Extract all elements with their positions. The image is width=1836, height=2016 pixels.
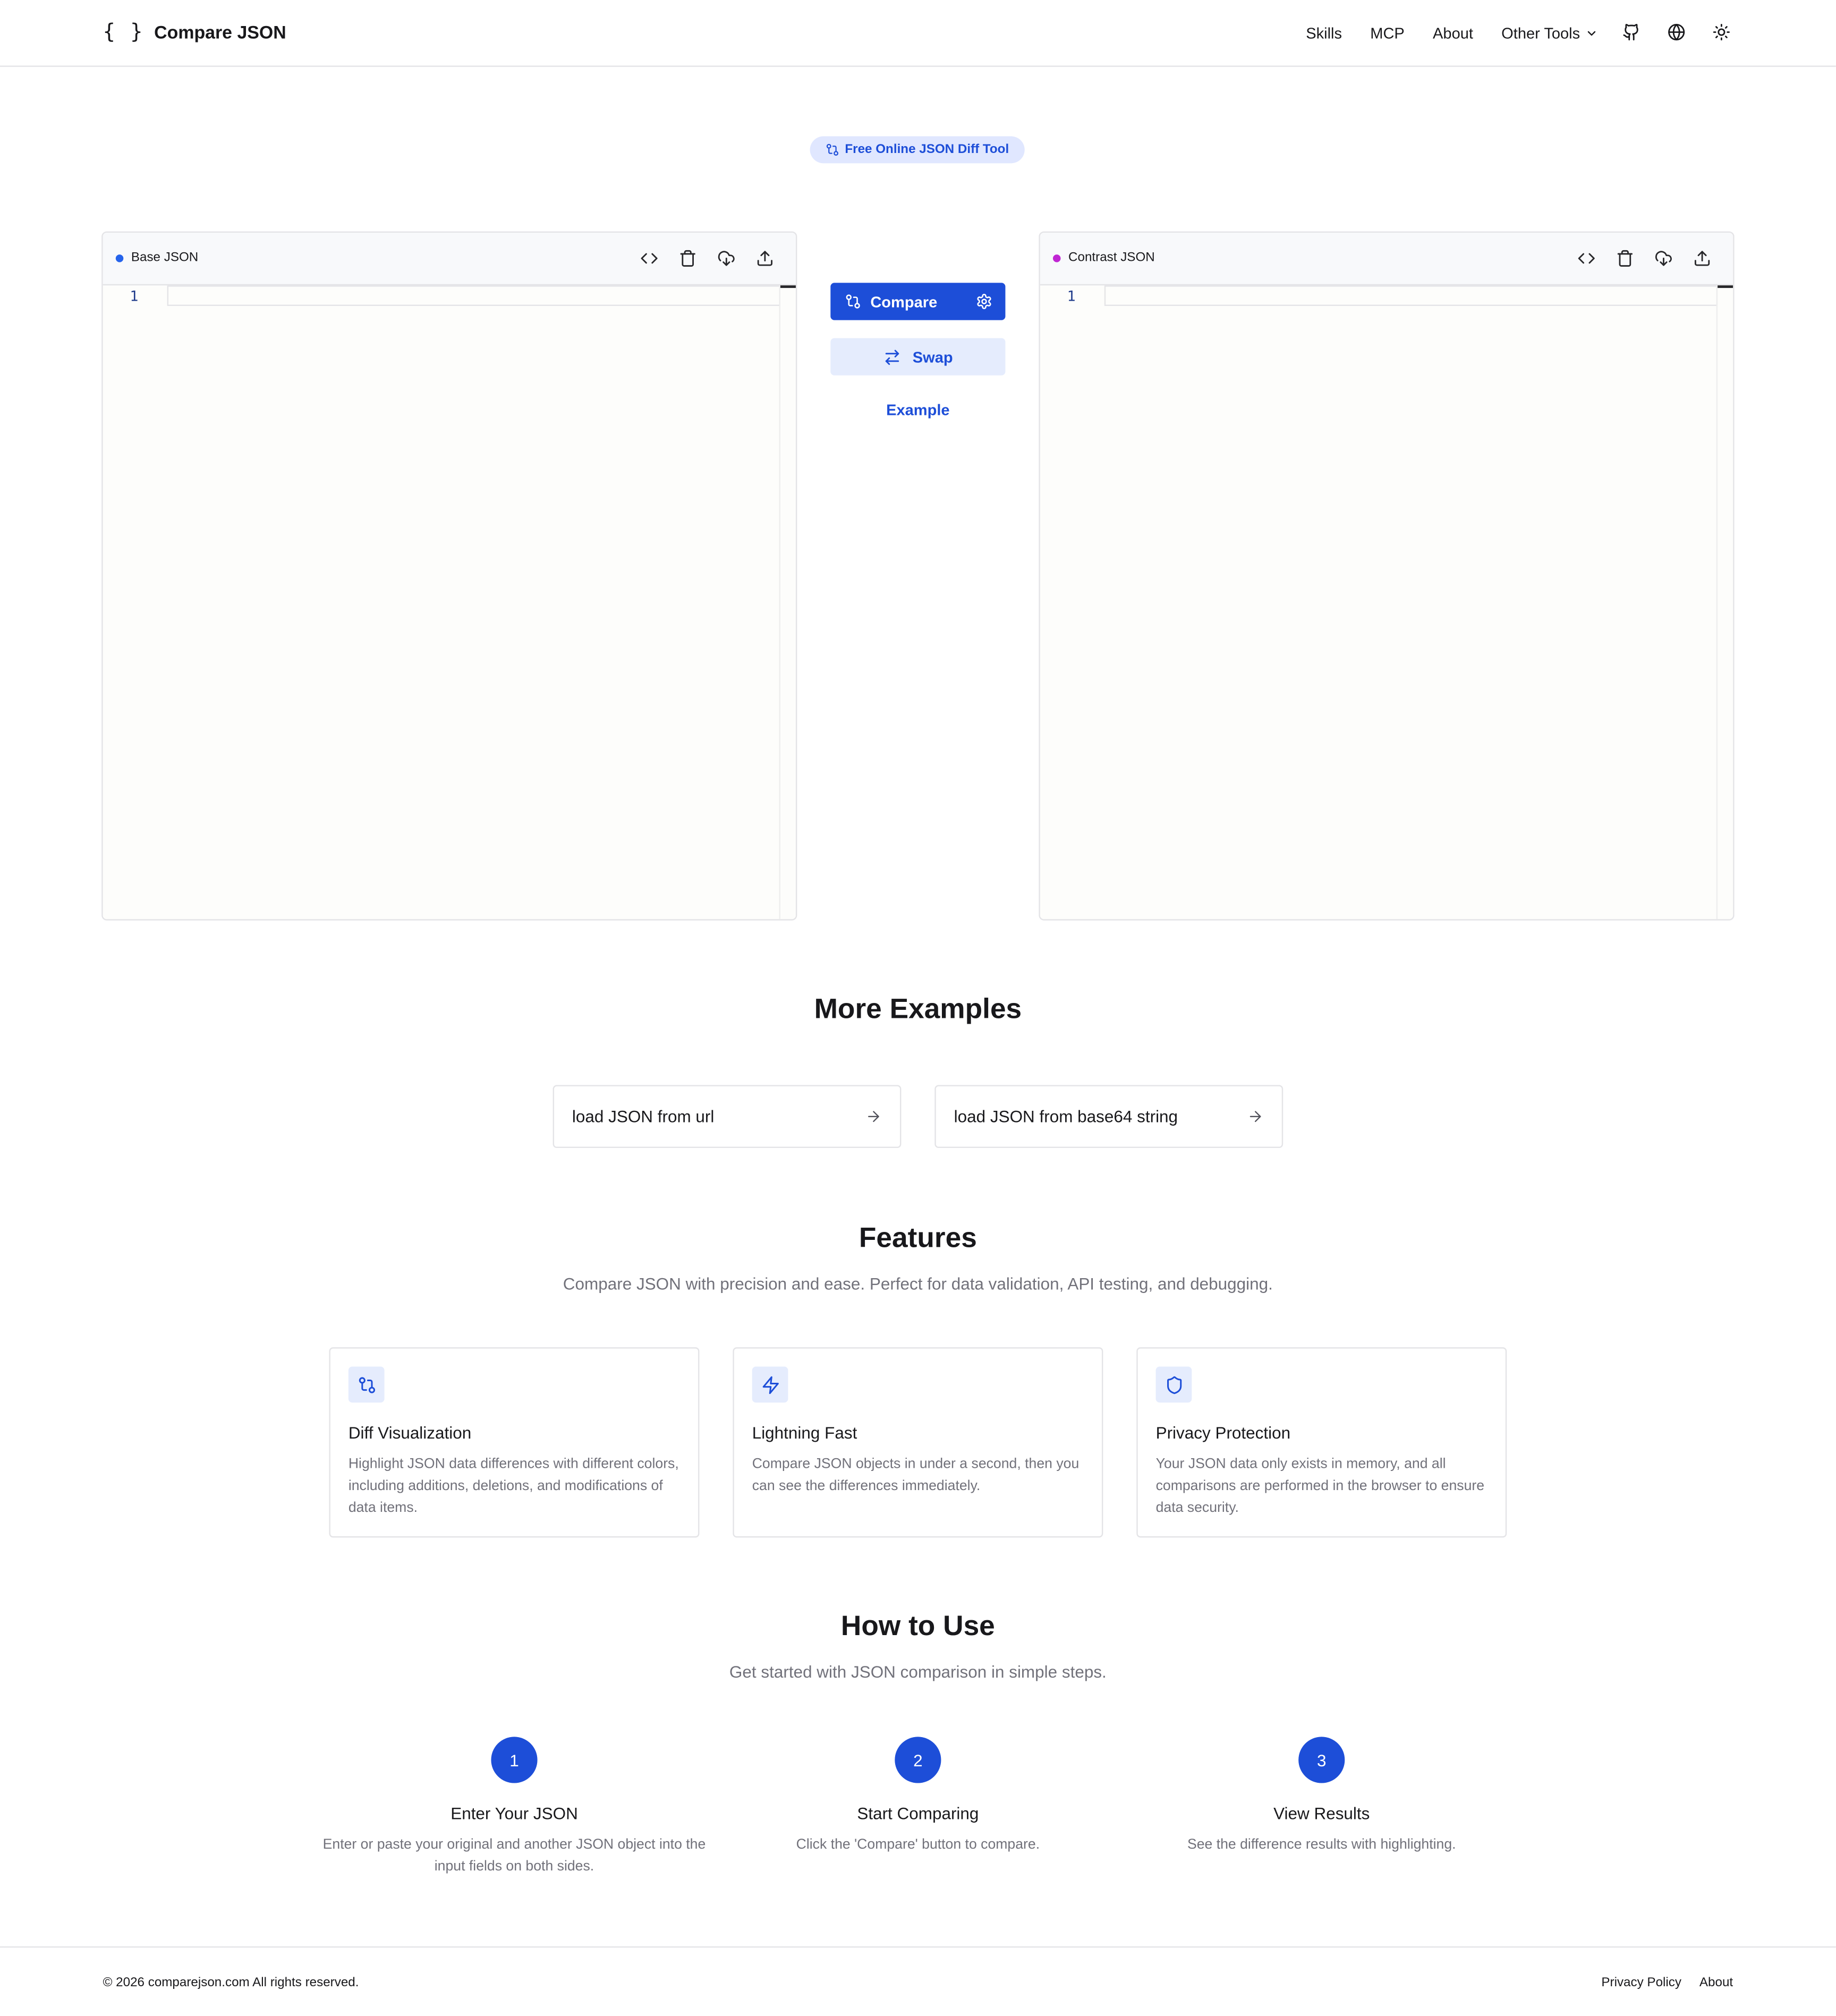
line-number: 1 bbox=[1067, 288, 1076, 305]
step-2: 2 Start Comparing Click the 'Compare' bu… bbox=[725, 1737, 1111, 1856]
contrast-json-body: 1 bbox=[1040, 285, 1733, 920]
arrow-right-icon bbox=[1247, 1108, 1263, 1125]
features-title: Features bbox=[858, 1221, 977, 1254]
upload-icon[interactable] bbox=[755, 248, 776, 269]
git-compare-icon bbox=[845, 293, 861, 310]
contrast-json-scroll-marker bbox=[1718, 285, 1733, 288]
top-navbar: { } Compare JSON Skills MCP About Other … bbox=[0, 0, 1836, 67]
step-desc: Click the 'Compare' button to compare. bbox=[796, 1837, 1040, 1853]
feature-title: Privacy Protection bbox=[1155, 1423, 1291, 1443]
step-title: View Results bbox=[1273, 1804, 1370, 1823]
brand[interactable]: { } Compare JSON bbox=[103, 19, 286, 44]
feature-title: Lightning Fast bbox=[752, 1423, 857, 1443]
hero-badge: Free Online JSON Diff Tool bbox=[810, 136, 1025, 164]
example-card-label: load JSON from base64 string bbox=[954, 1107, 1178, 1126]
base-json-editor: Base JSON 1 bbox=[101, 231, 797, 921]
feature-card-fast: Lightning Fast Compare JSON objects in u… bbox=[733, 1347, 1103, 1538]
nav-other-tools-dropdown[interactable]: Other Tools bbox=[1501, 24, 1598, 42]
git-compare-icon bbox=[348, 1366, 385, 1403]
step-number-badge: 1 bbox=[491, 1737, 538, 1783]
example-card-base64[interactable]: load JSON from base64 string bbox=[934, 1085, 1284, 1149]
feature-desc: Highlight JSON data differences with dif… bbox=[348, 1456, 679, 1516]
line-number: 1 bbox=[130, 288, 139, 305]
step-title: Enter Your JSON bbox=[450, 1804, 578, 1823]
nav-other-tools-label: Other Tools bbox=[1501, 24, 1580, 42]
feature-card-diff: Diff Visualization Highlight JSON data d… bbox=[329, 1347, 700, 1538]
footer-about-link[interactable]: About bbox=[1699, 1976, 1733, 1991]
zap-icon bbox=[752, 1366, 788, 1403]
feature-desc: Compare JSON objects in under a second, … bbox=[752, 1456, 1080, 1494]
footer-links: Privacy Policy About bbox=[1601, 1976, 1733, 1991]
step-1: 1 Enter Your JSON Enter or paste your or… bbox=[321, 1737, 707, 1878]
sun-icon[interactable] bbox=[1712, 23, 1733, 44]
footer-copyright: © 2026 comparejson.com All rights reserv… bbox=[103, 1976, 359, 1991]
base-json-body: 1 bbox=[103, 285, 796, 920]
step-number-badge: 3 bbox=[1298, 1737, 1345, 1783]
code-icon[interactable] bbox=[1576, 248, 1597, 269]
brand-name: Compare JSON bbox=[154, 21, 286, 42]
arrow-right-icon bbox=[865, 1108, 882, 1125]
base-json-input[interactable] bbox=[167, 285, 780, 306]
contrast-json-title: Contrast JSON bbox=[1052, 250, 1155, 265]
chevron-down-icon bbox=[1585, 27, 1598, 40]
nav-about[interactable]: About bbox=[1433, 24, 1473, 42]
hero-badge-text: Free Online JSON Diff Tool bbox=[845, 142, 1009, 157]
nav-mcp[interactable]: MCP bbox=[1370, 24, 1405, 42]
nav-skills[interactable]: Skills bbox=[1306, 24, 1342, 42]
github-icon[interactable] bbox=[1622, 23, 1643, 44]
features-subtitle: Compare JSON with precision and ease. Pe… bbox=[563, 1274, 1273, 1294]
feature-title: Diff Visualization bbox=[348, 1423, 472, 1443]
contrast-json-editor: Contrast JSON 1 bbox=[1039, 231, 1735, 921]
base-json-scrollbar[interactable] bbox=[779, 285, 796, 920]
base-json-toolbar bbox=[639, 248, 776, 269]
step-number-badge: 2 bbox=[895, 1737, 941, 1783]
swap-button[interactable]: Swap bbox=[830, 338, 1006, 376]
swap-button-label: Swap bbox=[912, 347, 953, 366]
base-json-dot bbox=[115, 253, 124, 262]
example-button[interactable]: Example bbox=[830, 401, 1005, 419]
trash-icon[interactable] bbox=[677, 248, 698, 269]
base-json-title: Base JSON bbox=[115, 250, 199, 265]
contrast-json-label: Contrast JSON bbox=[1068, 250, 1155, 265]
compare-button-main[interactable]: Compare bbox=[845, 292, 938, 311]
compare-button-label: Compare bbox=[870, 292, 938, 311]
contrast-json-header: Contrast JSON bbox=[1040, 233, 1733, 286]
upload-icon[interactable] bbox=[1692, 248, 1713, 269]
footer: © 2026 comparejson.com All rights reserv… bbox=[0, 1946, 1836, 2016]
contrast-json-scrollbar[interactable] bbox=[1716, 285, 1733, 920]
cloud-download-icon[interactable] bbox=[716, 248, 737, 269]
globe-icon[interactable] bbox=[1668, 23, 1688, 44]
footer-privacy-link[interactable]: Privacy Policy bbox=[1601, 1976, 1681, 1991]
cloud-download-icon[interactable] bbox=[1653, 248, 1674, 269]
contrast-json-toolbar bbox=[1576, 248, 1713, 269]
page: { } Compare JSON Skills MCP About Other … bbox=[0, 0, 1836, 2016]
shield-icon bbox=[1155, 1366, 1192, 1403]
contrast-json-input[interactable] bbox=[1104, 285, 1718, 306]
step-3: 3 View Results See the difference result… bbox=[1129, 1737, 1515, 1856]
how-to-subtitle: Get started with JSON comparison in simp… bbox=[729, 1662, 1107, 1682]
feature-card-privacy: Privacy Protection Your JSON data only e… bbox=[1136, 1347, 1507, 1538]
step-desc: Enter or paste your original and another… bbox=[322, 1837, 706, 1875]
example-card-label: load JSON from url bbox=[572, 1107, 715, 1126]
more-examples-title: More Examples bbox=[814, 992, 1022, 1025]
example-card-url[interactable]: load JSON from url bbox=[552, 1085, 902, 1149]
compare-button[interactable]: Compare bbox=[830, 283, 1006, 320]
how-to-title: How to Use bbox=[840, 1609, 995, 1642]
main-nav: Skills MCP About Other Tools bbox=[1278, 0, 1733, 67]
base-json-label: Base JSON bbox=[131, 250, 199, 265]
feature-desc: Your JSON data only exists in memory, an… bbox=[1155, 1456, 1485, 1516]
step-desc: See the difference results with highligh… bbox=[1187, 1837, 1456, 1853]
braces-logo-icon: { } bbox=[103, 19, 144, 44]
trash-icon[interactable] bbox=[1615, 248, 1636, 269]
step-title: Start Comparing bbox=[857, 1804, 979, 1823]
swap-arrows-icon bbox=[883, 348, 901, 366]
base-json-header: Base JSON bbox=[103, 233, 796, 286]
base-json-scroll-marker bbox=[780, 285, 796, 288]
code-icon[interactable] bbox=[639, 248, 660, 269]
contrast-json-dot bbox=[1052, 253, 1061, 262]
gear-icon[interactable] bbox=[976, 293, 992, 310]
git-compare-icon bbox=[826, 143, 840, 157]
